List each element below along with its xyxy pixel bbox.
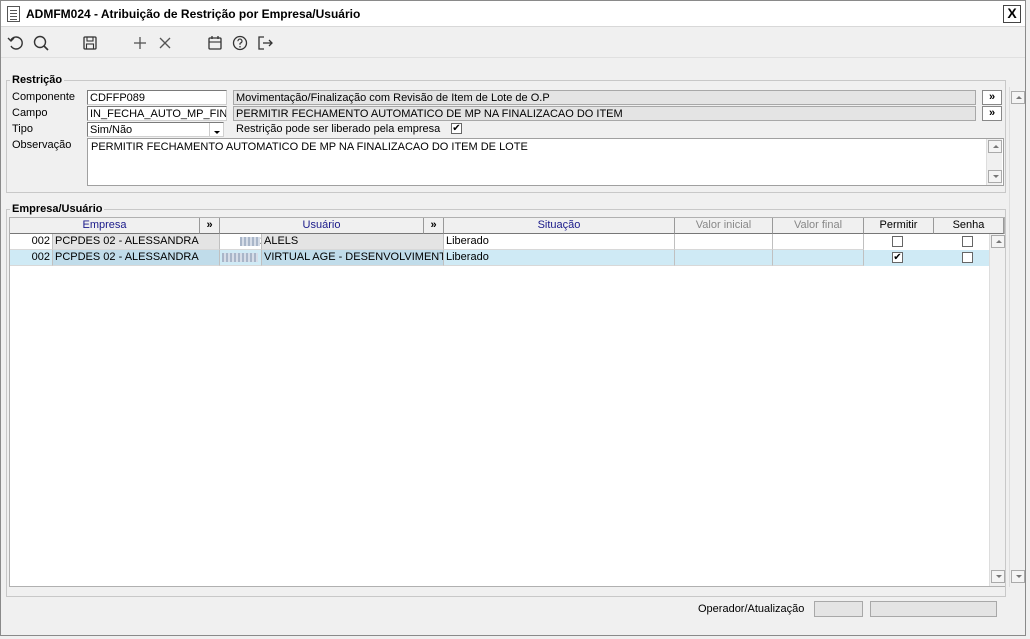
column-header-empresa[interactable]: Empresa xyxy=(10,218,200,234)
componente-more-button[interactable]: » xyxy=(982,90,1002,105)
usuario-code-cell[interactable] xyxy=(220,250,262,266)
save-button[interactable] xyxy=(79,33,101,53)
empresa-code-cell[interactable]: 002 xyxy=(10,234,53,250)
usuario-more-button[interactable]: » xyxy=(424,218,444,234)
add-button[interactable] xyxy=(129,33,151,53)
liberado-label: Restrição pode ser liberado pela empresa xyxy=(236,123,441,135)
calendar-icon xyxy=(208,36,222,50)
delete-button[interactable] xyxy=(154,33,176,53)
valor-final-cell[interactable] xyxy=(773,250,864,266)
valor-inicial-cell[interactable] xyxy=(675,234,773,250)
componente-label: Componente xyxy=(12,91,75,103)
scroll-up-icon[interactable] xyxy=(991,235,1005,248)
scroll-up-icon[interactable] xyxy=(988,140,1002,153)
add-icon xyxy=(134,37,146,49)
close-button[interactable]: X xyxy=(1003,5,1021,23)
componente-description: Movimentação/Finalização com Revisão de … xyxy=(233,90,976,105)
column-header-valor-inicial[interactable]: Valor inicial xyxy=(675,218,773,234)
undo-icon xyxy=(7,36,23,50)
column-header-situacao[interactable]: Situação xyxy=(444,218,675,234)
senha-checkbox[interactable] xyxy=(962,252,973,263)
usuario-name-cell[interactable]: VIRTUAL AGE - DESENVOLVIMENTO xyxy=(262,250,444,266)
scroll-down-icon[interactable] xyxy=(1011,570,1025,583)
title-bar: ADMFM024 - Atribuição de Restrição por E… xyxy=(1,1,1025,27)
valor-final-cell[interactable] xyxy=(773,234,864,250)
tipo-select[interactable]: Sim/Não xyxy=(87,122,224,137)
empresa-name-cell[interactable]: PCPDES 02 - ALESSANDRA xyxy=(53,234,220,250)
window-title: ADMFM024 - Atribuição de Restrição por E… xyxy=(26,7,361,21)
valor-inicial-cell[interactable] xyxy=(675,250,773,266)
main-window: ADMFM024 - Atribuição de Restrição por E… xyxy=(0,0,1026,636)
liberado-checkbox[interactable]: ✔ xyxy=(451,123,462,134)
empresa-code-cell[interactable]: 002 xyxy=(10,250,53,266)
scroll-down-icon[interactable] xyxy=(991,570,1005,583)
restricao-legend: Restrição xyxy=(10,74,65,86)
tipo-label: Tipo xyxy=(12,123,33,135)
help-button[interactable] xyxy=(229,33,251,53)
window-scrollbar[interactable] xyxy=(1009,87,1025,587)
situacao-cell[interactable]: Liberado xyxy=(444,250,675,266)
scroll-up-icon[interactable] xyxy=(1011,91,1025,104)
avatar xyxy=(240,236,260,246)
empresa-name-cell[interactable]: PCPDES 02 - ALESSANDRA xyxy=(53,250,220,266)
column-header-senha[interactable]: Senha xyxy=(934,218,1004,234)
situacao-cell[interactable]: Liberado xyxy=(444,234,675,250)
observacao-textarea[interactable]: PERMITIR FECHAMENTO AUTOMATICO DE MP NA … xyxy=(87,138,1004,186)
scroll-down-icon[interactable] xyxy=(988,170,1002,183)
observacao-label: Observação xyxy=(12,139,72,151)
campo-label: Campo xyxy=(12,107,48,119)
observacao-scrollbar[interactable] xyxy=(986,139,1002,185)
delete-icon xyxy=(159,37,171,49)
table-row[interactable]: 002 PCPDES 02 - ALESSANDRA VIRTUAL AGE -… xyxy=(10,250,990,266)
table-row[interactable]: 002 PCPDES 02 - ALESSANDRA 2 ALELS Liber… xyxy=(10,234,990,250)
observacao-text: PERMITIR FECHAMENTO AUTOMATICO DE MP NA … xyxy=(91,141,528,153)
save-icon xyxy=(83,36,97,50)
operador-label: Operador/Atualização xyxy=(698,603,805,615)
help-icon xyxy=(232,35,248,51)
chevron-down-icon[interactable] xyxy=(209,123,223,136)
search-button[interactable] xyxy=(30,33,52,53)
column-header-permitir[interactable]: Permitir xyxy=(864,218,934,234)
column-header-usuario[interactable]: Usuário xyxy=(220,218,424,234)
avatar xyxy=(222,252,258,262)
empresa-more-button[interactable]: » xyxy=(200,218,220,234)
operador-field xyxy=(814,601,863,617)
campo-description: PERMITIR FECHAMENTO AUTOMATICO DE MP NA … xyxy=(233,106,976,121)
tipo-value: Sim/Não xyxy=(90,124,133,136)
campo-more-button[interactable]: » xyxy=(982,106,1002,121)
exit-icon xyxy=(258,36,273,50)
column-header-valor-final[interactable]: Valor final xyxy=(773,218,864,234)
document-icon xyxy=(7,6,20,22)
empresa-usuario-legend: Empresa/Usuário xyxy=(10,203,105,215)
toolbar xyxy=(1,28,1025,58)
senha-checkbox[interactable] xyxy=(962,236,973,247)
campo-input[interactable]: IN_FECHA_AUTO_MP_FIN xyxy=(87,106,227,121)
exit-button[interactable] xyxy=(254,33,276,53)
permitir-checkbox[interactable] xyxy=(892,236,903,247)
search-icon xyxy=(33,35,49,51)
atualizacao-field xyxy=(870,601,997,617)
empresa-usuario-grid: Empresa » Usuário » Situação Valor inici… xyxy=(9,217,1005,587)
grid-scrollbar[interactable] xyxy=(989,234,1005,586)
calendar-button[interactable] xyxy=(204,33,226,53)
usuario-name-cell[interactable]: ALELS xyxy=(262,234,444,250)
permitir-checkbox[interactable]: ✔ xyxy=(892,252,903,263)
undo-button[interactable] xyxy=(5,33,27,53)
usuario-code-cell[interactable]: 2 xyxy=(220,234,262,250)
componente-input[interactable]: CDFFP089 xyxy=(87,90,227,105)
